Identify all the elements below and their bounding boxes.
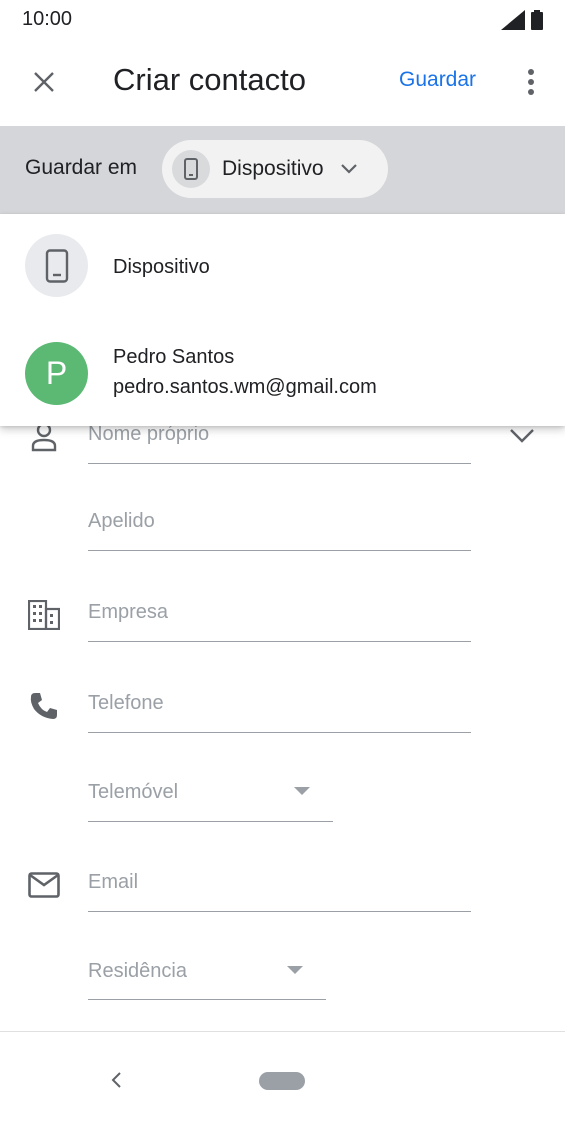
last-name-underline <box>88 550 471 551</box>
save-button[interactable]: Guardar <box>399 68 476 92</box>
nav-back-button[interactable] <box>104 1064 128 1096</box>
status-time: 10:00 <box>22 8 73 30</box>
avatar: P <box>25 342 88 405</box>
phone-icon <box>45 248 68 283</box>
first-name-input[interactable]: Nome próprio <box>88 423 209 446</box>
phone-input[interactable]: Telefone <box>88 692 164 715</box>
phone-icon <box>184 158 198 180</box>
phone-call-icon <box>28 690 60 722</box>
battery-icon <box>531 10 543 30</box>
status-icons <box>501 10 543 30</box>
menu-item-account[interactable]: P Pedro Santos pedro.santos.wm@gmail.com <box>0 318 565 426</box>
email-underline <box>88 911 471 912</box>
account-name: Pedro Santos <box>113 346 235 368</box>
company-underline <box>88 641 471 642</box>
email-input[interactable]: Email <box>88 871 138 894</box>
signal-icon <box>501 10 525 30</box>
chevron-down-icon <box>510 429 534 443</box>
chip-icon-wrap <box>172 150 210 188</box>
more-options-button[interactable] <box>516 64 546 100</box>
save-to-label: Guardar em <box>25 156 138 179</box>
back-icon <box>111 1072 121 1088</box>
dropdown-arrow-icon <box>292 784 312 798</box>
nav-divider <box>0 1031 565 1032</box>
business-icon <box>27 598 61 632</box>
save-to-dropdown-menu: Dispositivo P Pedro Santos pedro.santos.… <box>0 214 565 426</box>
phone-underline <box>88 732 471 733</box>
company-input[interactable]: Empresa <box>88 601 168 624</box>
first-name-underline <box>88 463 471 464</box>
phone-type-select[interactable]: Telemóvel <box>88 781 178 804</box>
nav-home-button[interactable] <box>259 1072 305 1090</box>
email-type-underline <box>88 999 326 1000</box>
dropdown-arrow-icon <box>285 963 305 977</box>
email-icon <box>26 870 62 900</box>
account-email: pedro.santos.wm@gmail.com <box>113 376 377 398</box>
close-icon <box>34 72 54 92</box>
last-name-input[interactable]: Apelido <box>88 510 155 533</box>
menu-item-device[interactable]: Dispositivo <box>0 214 565 318</box>
email-type-select[interactable]: Residência <box>88 960 187 983</box>
menu-item-label: Dispositivo <box>113 256 210 278</box>
save-to-chip[interactable]: Dispositivo <box>162 140 388 198</box>
phone-type-underline <box>88 821 333 822</box>
device-avatar <box>25 234 88 297</box>
chevron-down-icon <box>340 163 358 175</box>
close-button[interactable] <box>24 62 64 102</box>
more-vert-icon <box>528 69 534 95</box>
chip-label: Dispositivo <box>222 157 324 180</box>
page-title: Criar contacto <box>113 62 306 97</box>
